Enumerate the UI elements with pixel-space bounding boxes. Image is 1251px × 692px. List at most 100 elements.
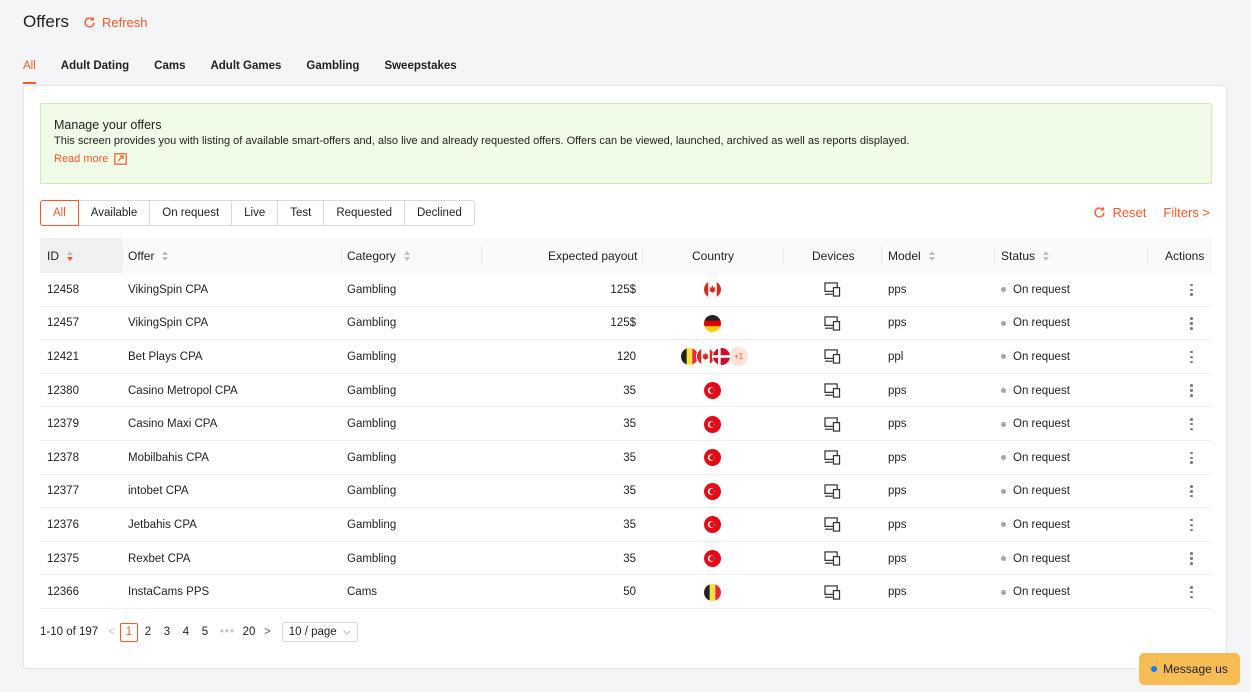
offer-model: ppl <box>888 350 904 363</box>
page-button[interactable]: 5 <box>196 623 214 642</box>
column-header-id[interactable]: ID <box>47 238 73 273</box>
status-label: On request <box>1013 518 1070 531</box>
category-tabs: All Adult Dating Cams Adult Games Gambli… <box>23 60 482 84</box>
read-more-link[interactable]: Read more <box>54 153 1198 165</box>
tab-adult-games[interactable]: Adult Games <box>210 60 281 84</box>
offer-id: 12380 <box>47 384 79 397</box>
jump-next-ellipsis[interactable]: ••• <box>220 626 235 638</box>
offer-name[interactable]: intobet CPA <box>128 475 189 509</box>
row-actions-menu[interactable] <box>1190 575 1193 609</box>
offer-payout: 50 <box>623 586 636 599</box>
external-link-icon <box>114 153 128 165</box>
flag-turkey-icon <box>703 549 722 569</box>
status-filter-test[interactable]: Test <box>277 200 325 226</box>
offer-name[interactable]: Casino Maxi CPA <box>128 407 217 441</box>
tab-adult-dating[interactable]: Adult Dating <box>61 60 129 84</box>
offer-status: On request <box>1001 575 1070 609</box>
offer-status: On request <box>1001 441 1070 475</box>
offer-name[interactable]: InstaCams PPS <box>128 575 209 609</box>
offer-payout: 35 <box>623 418 636 431</box>
table-row[interactable]: 12458 VikingSpin CPA Gambling 125$ pps O… <box>40 273 1212 307</box>
offer-category: Gambling <box>347 518 397 531</box>
status-filter-requested[interactable]: Requested <box>323 200 405 226</box>
page-button[interactable]: 1 <box>119 622 138 642</box>
column-header-status[interactable]: Status <box>1001 238 1050 273</box>
more-countries-badge[interactable]: +1 <box>729 347 748 367</box>
next-page-button[interactable]: > <box>264 626 271 638</box>
row-actions-menu[interactable] <box>1190 407 1193 441</box>
status-label: On request <box>1013 384 1070 397</box>
row-actions-menu[interactable] <box>1190 374 1193 408</box>
status-filter-declined[interactable]: Declined <box>403 200 475 226</box>
devices-icon <box>824 441 841 475</box>
page-button[interactable]: 3 <box>158 623 176 642</box>
tab-all[interactable]: All <box>23 60 36 84</box>
table-row[interactable]: 12421 Bet Plays CPA Gambling 120 +1 ppl … <box>40 340 1212 374</box>
offer-model: pps <box>888 518 907 531</box>
offer-countries <box>703 508 722 542</box>
row-actions-menu[interactable] <box>1190 307 1193 341</box>
offer-payout: 125$ <box>610 283 636 296</box>
status-filter-group: All Available On request Live Test Reque… <box>40 200 475 226</box>
column-header-category[interactable]: Category <box>347 238 410 273</box>
offer-model: pps <box>888 485 907 498</box>
column-header-model[interactable]: Model <box>888 238 935 273</box>
offer-category: Gambling <box>347 552 397 565</box>
tab-gambling[interactable]: Gambling <box>306 60 359 84</box>
row-actions-menu[interactable] <box>1190 340 1193 374</box>
offer-name[interactable]: VikingSpin CPA <box>128 273 208 307</box>
tab-sweepstakes[interactable]: Sweepstakes <box>384 60 456 84</box>
status-filter-live[interactable]: Live <box>231 200 279 226</box>
status-dot-icon <box>1001 388 1006 394</box>
refresh-button[interactable]: Refresh <box>83 15 148 30</box>
row-actions-menu[interactable] <box>1190 542 1193 576</box>
message-us-label: Message us <box>1163 662 1228 676</box>
row-actions-menu[interactable] <box>1190 508 1193 542</box>
row-actions-menu[interactable] <box>1190 475 1193 509</box>
offer-model: pps <box>888 552 907 565</box>
offer-name[interactable]: Rexbet CPA <box>128 542 190 576</box>
prev-page-button[interactable]: < <box>108 626 115 638</box>
table-row[interactable]: 12377 intobet CPA Gambling 35 pps On req… <box>40 475 1212 509</box>
status-dot-icon <box>1001 556 1006 562</box>
offer-payout: 35 <box>623 552 636 565</box>
offer-name[interactable]: VikingSpin CPA <box>128 307 208 341</box>
offer-name[interactable]: Bet Plays CPA <box>128 340 203 374</box>
page-size-select[interactable]: 10 / page <box>281 622 358 642</box>
page-button[interactable]: 20 <box>240 623 258 642</box>
page-header: Offers Refresh <box>23 12 148 32</box>
status-filter-all[interactable]: All <box>40 200 79 226</box>
row-actions-menu[interactable] <box>1190 273 1193 307</box>
table-row[interactable]: 12366 InstaCams PPS Cams 50 pps On reque… <box>40 575 1212 609</box>
offer-name[interactable]: Casino Metropol CPA <box>128 374 238 408</box>
offer-model: pps <box>888 317 907 330</box>
table-row[interactable]: 12375 Rexbet CPA Gambling 35 pps On requ… <box>40 542 1212 576</box>
table-row[interactable]: 12378 Mobilbahis CPA Gambling 35 pps On … <box>40 441 1212 475</box>
page-button[interactable]: 4 <box>177 623 195 642</box>
status-dot-icon <box>1001 320 1006 326</box>
sort-icon <box>162 250 169 261</box>
table-row[interactable]: 12379 Casino Maxi CPA Gambling 35 pps On… <box>40 407 1212 441</box>
column-header-country: Country <box>692 248 735 263</box>
table-row[interactable]: 12457 VikingSpin CPA Gambling 125$ pps O… <box>40 307 1212 341</box>
reset-button[interactable]: Reset <box>1093 205 1146 220</box>
page-button[interactable]: 2 <box>139 623 157 642</box>
message-us-button[interactable]: Message us <box>1139 653 1240 685</box>
row-actions-menu[interactable] <box>1190 441 1193 475</box>
online-dot-icon <box>1151 666 1158 672</box>
offer-model: pps <box>888 283 907 296</box>
status-filter-on-request[interactable]: On request <box>149 200 233 226</box>
status-filter-available[interactable]: Available <box>77 200 151 226</box>
tab-cams[interactable]: Cams <box>154 60 185 84</box>
column-header-offer[interactable]: Offer <box>128 238 169 273</box>
offer-name[interactable]: Mobilbahis CPA <box>128 441 209 475</box>
column-header-actions: Actions <box>1165 248 1205 263</box>
sort-icon <box>928 250 935 261</box>
table-row[interactable]: 12380 Casino Metropol CPA Gambling 35 pp… <box>40 374 1212 408</box>
offer-status: On request <box>1001 407 1070 441</box>
filters-button[interactable]: Filters > <box>1163 205 1210 220</box>
table-row[interactable]: 12376 Jetbahis CPA Gambling 35 pps On re… <box>40 508 1212 542</box>
offer-name[interactable]: Jetbahis CPA <box>128 508 197 542</box>
status-label: On request <box>1013 586 1070 599</box>
offer-id: 12375 <box>47 552 79 565</box>
